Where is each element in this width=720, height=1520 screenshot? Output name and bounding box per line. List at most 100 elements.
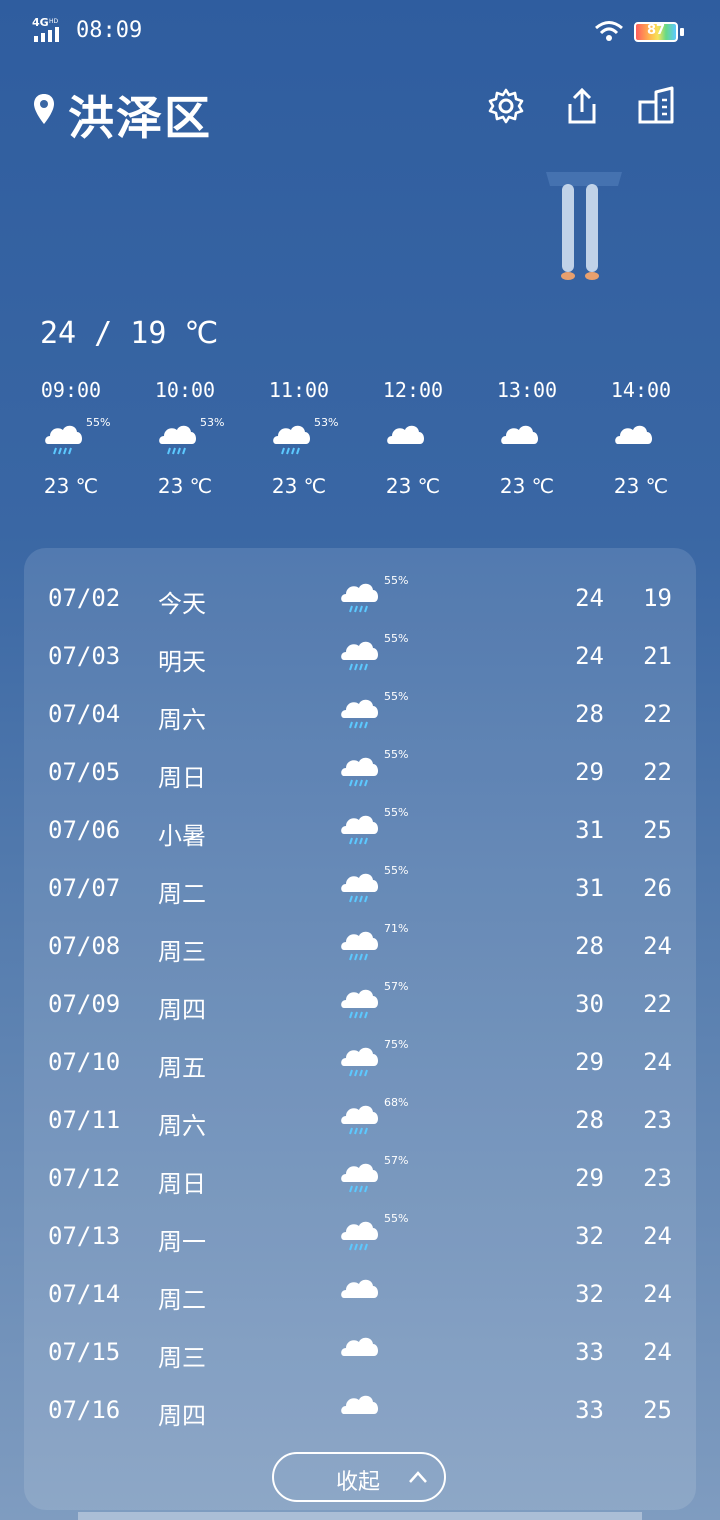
- cloud-icon: [341, 1395, 379, 1414]
- rain-cloud-icon: [341, 815, 379, 845]
- daily-date: 07/16: [48, 1396, 121, 1424]
- daily-row[interactable]: 07/10 周五 75% 29 24: [24, 1034, 696, 1092]
- daily-row[interactable]: 07/04 周六 55% 28 22: [24, 686, 696, 744]
- daily-date: 07/08: [48, 932, 121, 960]
- battery-level: 87: [646, 23, 666, 38]
- collapse-button[interactable]: 收起: [272, 1452, 446, 1502]
- daily-date: 07/12: [48, 1164, 121, 1192]
- hourly-item: 11:00 53% 23 ℃: [242, 376, 356, 506]
- daily-precip: 55%: [384, 806, 409, 819]
- daily-precip: 68%: [384, 1096, 409, 1109]
- daily-date: 07/15: [48, 1338, 121, 1366]
- battery-tip: [680, 28, 684, 36]
- daily-precip: 55%: [384, 574, 409, 587]
- header: 洪泽区: [0, 72, 720, 152]
- daily-low: 24: [643, 1222, 672, 1250]
- daily-row[interactable]: 07/14 周二 32 24: [24, 1266, 696, 1324]
- daily-high: 24: [575, 584, 604, 612]
- daily-row[interactable]: 07/05 周日 55% 29 22: [24, 744, 696, 802]
- hourly-forecast: 09:00 55% 23 ℃ 10:00 53% 23 ℃ 11:00 53% 23 ℃ 12:0…: [14, 376, 706, 506]
- hourly-temp: 23 ℃: [271, 474, 327, 498]
- daily-label: 周日: [158, 1170, 206, 1198]
- daily-high: 31: [575, 816, 604, 844]
- chevron-up-icon: [409, 1471, 427, 1483]
- cloud-icon: [387, 425, 425, 444]
- daily-row[interactable]: 07/15 周三 33 24: [24, 1324, 696, 1382]
- cloud-icon: [341, 1337, 379, 1356]
- daily-high: 28: [575, 700, 604, 728]
- city-name[interactable]: 洪泽区: [68, 82, 212, 148]
- daily-label: 周四: [158, 996, 206, 1024]
- daily-high: 28: [575, 932, 604, 960]
- daily-row[interactable]: 07/02 今天 55% 24 19: [24, 570, 696, 628]
- daily-label: 今天: [158, 590, 206, 618]
- daily-row[interactable]: 07/13 周一 55% 32 24: [24, 1208, 696, 1266]
- daily-label: 周六: [158, 706, 206, 734]
- hourly-temp: 23 ℃: [385, 474, 441, 498]
- daily-label: 周六: [158, 1112, 206, 1140]
- daily-low: 19: [643, 584, 672, 612]
- share-icon[interactable]: [562, 86, 602, 126]
- hourly-item: 12:00 23 ℃: [356, 376, 470, 506]
- daily-row[interactable]: 07/07 周二 55% 31 26: [24, 860, 696, 918]
- daily-row[interactable]: 07/12 周日 57% 29 23: [24, 1150, 696, 1208]
- daily-high: 32: [575, 1280, 604, 1308]
- daily-row[interactable]: 07/06 小暑 55% 31 25: [24, 802, 696, 860]
- daily-high: 30: [575, 990, 604, 1018]
- daily-row[interactable]: 07/08 周三 71% 28 24: [24, 918, 696, 976]
- daily-low: 22: [643, 700, 672, 728]
- hourly-item: 10:00 53% 23 ℃: [128, 376, 242, 506]
- daily-label: 周一: [158, 1228, 206, 1256]
- daily-date: 07/10: [48, 1048, 121, 1076]
- cloud-icon: [341, 1279, 379, 1298]
- rain-cloud-icon: [273, 425, 311, 455]
- status-bar: 4G HD 08:09 87: [0, 0, 720, 64]
- hourly-time: 14:00: [610, 378, 672, 402]
- manage-city-icon[interactable]: [636, 86, 676, 126]
- svg-text:4G: 4G: [32, 16, 49, 29]
- signal-icon: 4G HD: [32, 16, 59, 42]
- daily-high: 29: [575, 1048, 604, 1076]
- daily-low: 21: [643, 642, 672, 670]
- rain-cloud-icon: [341, 1047, 379, 1077]
- daily-precip: 55%: [384, 632, 409, 645]
- hourly-temp: 23 ℃: [157, 474, 213, 498]
- daily-date: 07/07: [48, 874, 121, 902]
- daily-label: 明天: [158, 648, 206, 676]
- daily-row[interactable]: 07/03 明天 55% 24 21: [24, 628, 696, 686]
- settings-icon[interactable]: [486, 86, 526, 126]
- cloud-icon: [615, 425, 653, 444]
- daily-row[interactable]: 07/11 周六 68% 28 23: [24, 1092, 696, 1150]
- rain-cloud-icon: [341, 873, 379, 903]
- daily-label: 周二: [158, 1286, 206, 1314]
- daily-precip: 55%: [384, 748, 409, 761]
- hourly-time: 12:00: [382, 378, 444, 402]
- rain-cloud-icon: [341, 583, 379, 613]
- daily-low: 23: [643, 1164, 672, 1192]
- daily-label: 周五: [158, 1054, 206, 1082]
- daily-date: 07/05: [48, 758, 121, 786]
- rain-cloud-icon: [341, 757, 379, 787]
- status-time: 08:09: [76, 18, 143, 43]
- daily-low: 24: [643, 1048, 672, 1076]
- daily-date: 07/13: [48, 1222, 121, 1250]
- bottom-strip: [78, 1512, 642, 1520]
- illustration-figure: [546, 172, 622, 280]
- daily-low: 24: [643, 1280, 672, 1308]
- daily-date: 07/09: [48, 990, 121, 1018]
- daily-high: 29: [575, 1164, 604, 1192]
- daily-date: 07/11: [48, 1106, 121, 1134]
- rain-cloud-icon: [341, 1105, 379, 1135]
- svg-text:HD: HD: [49, 18, 59, 25]
- daily-row[interactable]: 07/16 周四 33 25: [24, 1382, 696, 1440]
- rain-cloud-icon: [159, 425, 197, 455]
- daily-precip: 55%: [384, 1212, 409, 1225]
- daily-low: 25: [643, 816, 672, 844]
- rain-cloud-icon: [341, 989, 379, 1019]
- daily-row[interactable]: 07/09 周四 57% 30 22: [24, 976, 696, 1034]
- daily-label: 周四: [158, 1402, 206, 1430]
- daily-forecast-panel: 07/02 今天 55% 24 19 07/03 明天 55% 24 21 07/04 周六 55% 28…: [24, 548, 696, 1510]
- hourly-precip: 53%: [200, 416, 225, 429]
- hourly-precip: 55%: [86, 416, 111, 429]
- daily-high: 29: [575, 758, 604, 786]
